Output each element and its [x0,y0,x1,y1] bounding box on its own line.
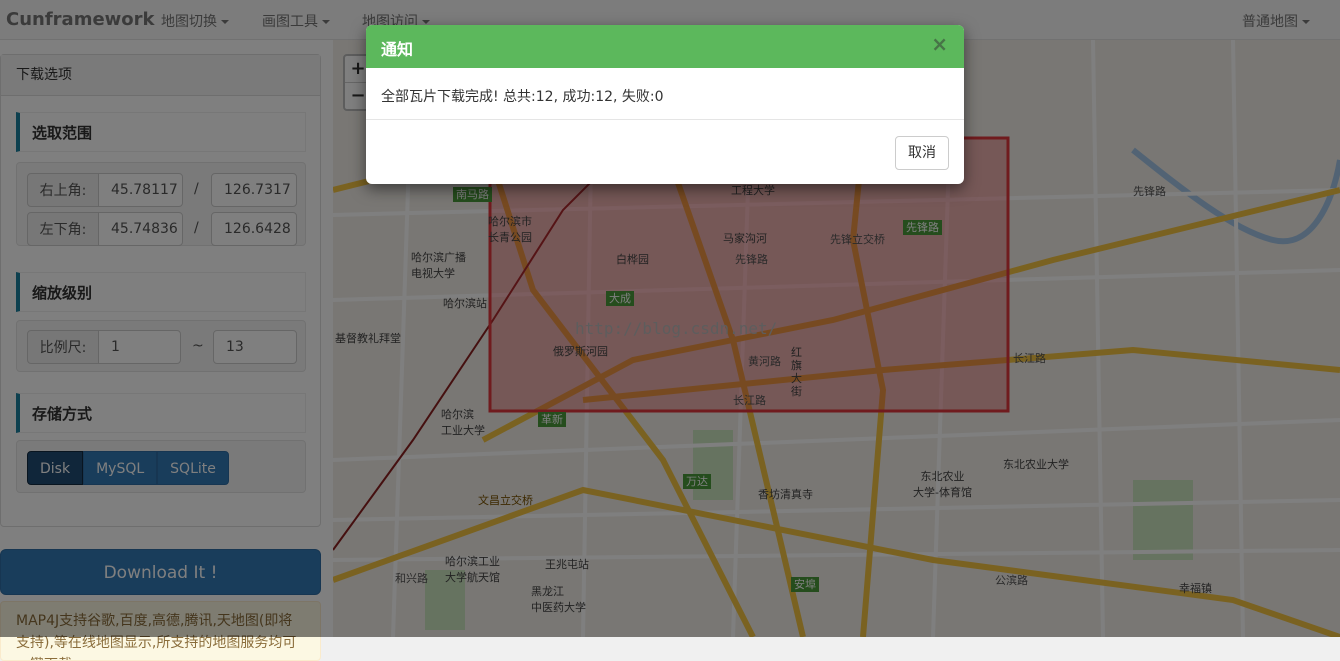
close-icon[interactable]: × [931,32,948,56]
modal-message: 全部瓦片下载完成! 总共:12, 成功:12, 失败:0 [366,68,964,120]
cancel-button[interactable]: 取消 [895,136,949,170]
modal-footer: 取消 [366,120,964,184]
modal-title: 通知 [381,40,414,59]
modal-header: 通知 × [366,25,964,68]
notification-modal: 通知 × 全部瓦片下载完成! 总共:12, 成功:12, 失败:0 取消 [366,25,964,184]
